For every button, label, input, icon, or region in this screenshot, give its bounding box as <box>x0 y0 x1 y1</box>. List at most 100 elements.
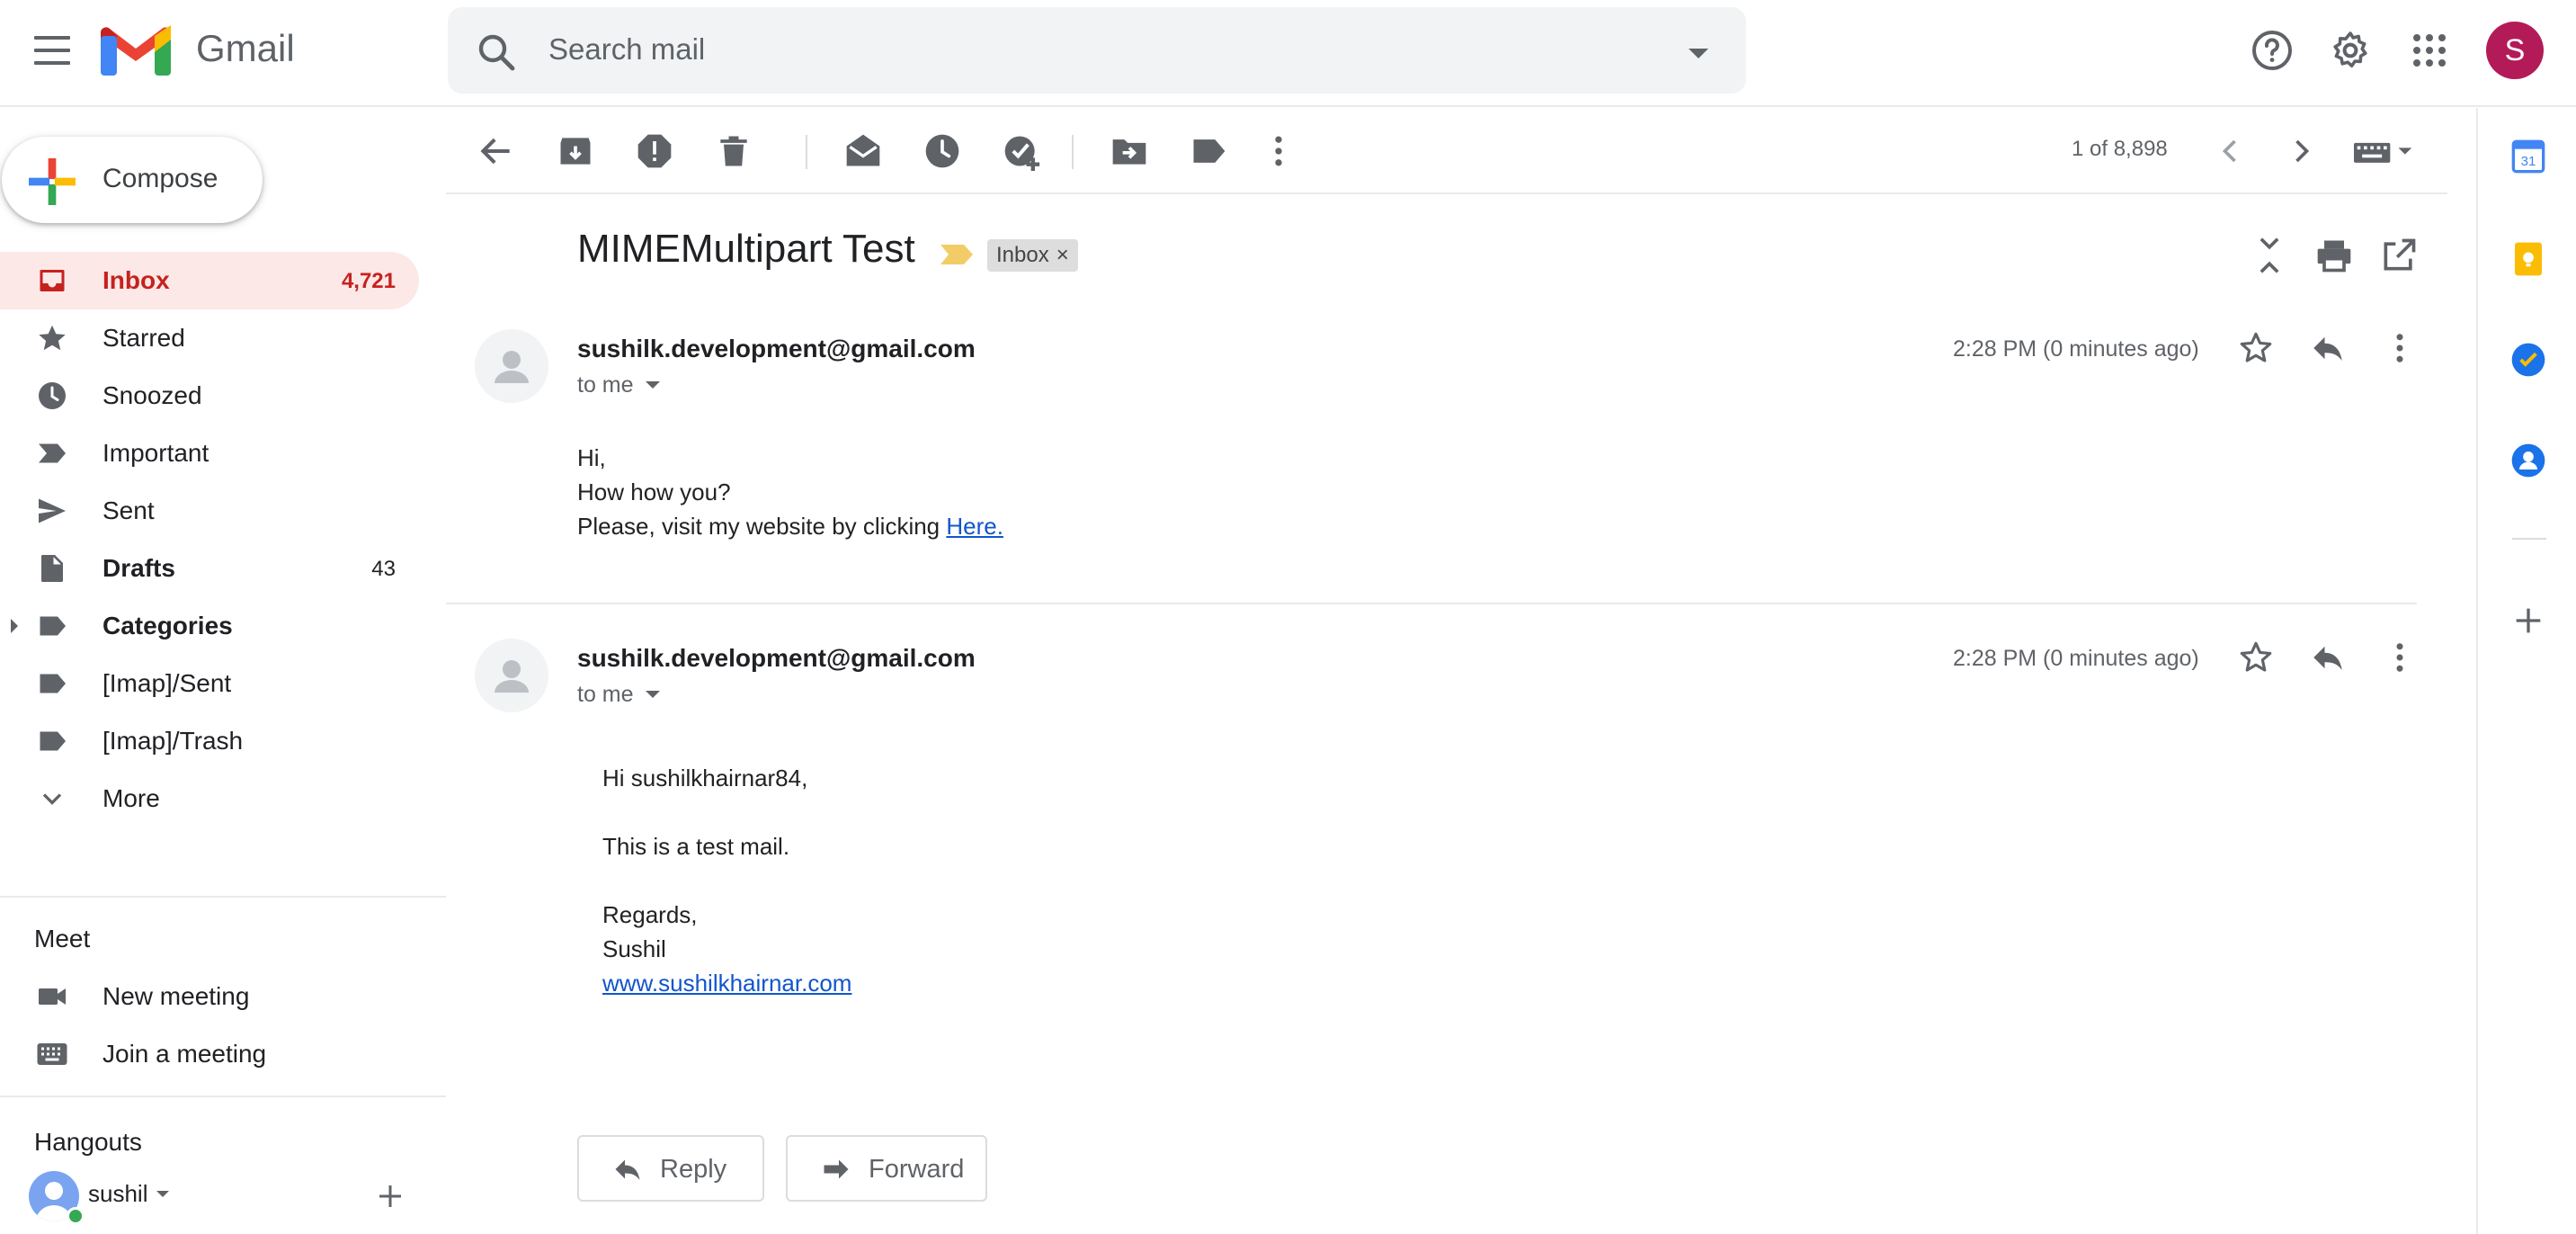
move-to-icon[interactable] <box>1110 131 1149 171</box>
unread-count: 4,721 <box>341 269 396 293</box>
sidebar-item-imap-sent[interactable]: [Imap]/Sent <box>0 655 419 712</box>
account-avatar[interactable]: S <box>2486 22 2544 79</box>
join-meeting-label: Join a meeting <box>103 1040 267 1068</box>
online-status-icon <box>67 1207 85 1225</box>
clock-icon <box>39 382 66 409</box>
sidebar-item-starred[interactable]: Starred <box>0 309 419 367</box>
compose-button[interactable]: Compose <box>2 137 263 223</box>
older-chevron-right-icon[interactable] <box>2282 131 2322 171</box>
add-addon-plus-icon[interactable] <box>2510 603 2546 639</box>
forward-label: Forward <box>869 1155 965 1184</box>
toolbar-separator <box>806 135 807 169</box>
calendar-day: 31 <box>2521 154 2536 169</box>
show-details-icon[interactable] <box>646 691 660 698</box>
sidebar-item-label: Inbox <box>103 266 170 294</box>
reply-button[interactable]: Reply <box>577 1135 764 1202</box>
search-icon[interactable] <box>475 31 518 74</box>
toolbar-separator <box>1072 135 1074 169</box>
sidebar-item-more[interactable]: More <box>0 770 419 827</box>
meet-section-title: Meet <box>34 925 91 952</box>
side-panel-divider <box>2512 538 2546 540</box>
sender-avatar <box>475 639 548 712</box>
message-body-text: Please, visit my website by clicking <box>577 513 947 540</box>
sidebar-item-categories[interactable]: Categories <box>0 597 419 655</box>
newer-chevron-left-icon[interactable] <box>2210 131 2250 171</box>
search-input[interactable]: Search mail <box>548 32 705 67</box>
search-options-icon[interactable] <box>1689 49 1708 58</box>
reply-icon[interactable] <box>2309 329 2347 367</box>
sender-avatar <box>475 329 548 403</box>
sidebar-item-drafts[interactable]: Drafts 43 <box>0 540 419 597</box>
search-bar[interactable]: Search mail <box>448 7 1746 94</box>
delete-trash-icon[interactable] <box>714 131 753 171</box>
message-body-line: Sushil <box>602 935 666 962</box>
sender-email[interactable]: sushilk.development@gmail.com <box>577 335 976 363</box>
sidebar-item-sent[interactable]: Sent <box>0 482 419 540</box>
status-dropdown-icon[interactable] <box>156 1191 169 1197</box>
input-tools-keyboard-icon[interactable] <box>2350 131 2417 171</box>
sidebar-nav: Inbox 4,721 Starred Snoozed Important Se… <box>0 252 419 827</box>
sidebar-item-inbox[interactable]: Inbox 4,721 <box>0 252 419 309</box>
sidebar-item-label: Snoozed <box>103 381 202 409</box>
message-time: 2:28 PM (0 minutes ago) <box>1953 336 2199 362</box>
message-body-line: Hi, <box>577 444 606 471</box>
sidebar-divider <box>0 896 446 898</box>
app-name: Gmail <box>196 27 295 69</box>
expand-arrow-icon[interactable] <box>11 619 18 633</box>
new-meeting-item[interactable]: New meeting <box>0 968 419 1025</box>
sidebar-item-label: [Imap]/Sent <box>103 669 232 697</box>
star-outline-icon[interactable] <box>2237 639 2275 676</box>
hangouts-user-name[interactable]: sushil <box>88 1180 147 1208</box>
print-icon[interactable] <box>2314 236 2354 275</box>
star-outline-icon[interactable] <box>2237 329 2275 367</box>
message-body-line: This is a test mail. <box>602 833 790 860</box>
collapse-all-icon[interactable] <box>2250 236 2289 275</box>
chevron-down-icon <box>42 793 62 805</box>
label-icon <box>40 674 66 693</box>
back-arrow-icon[interactable] <box>477 131 516 171</box>
help-icon[interactable] <box>2251 29 2294 72</box>
inbox-icon <box>40 270 65 291</box>
open-new-window-icon[interactable] <box>2379 236 2419 275</box>
more-options-icon[interactable] <box>1259 131 1298 171</box>
archive-icon[interactable] <box>556 131 595 171</box>
send-icon <box>39 498 66 523</box>
gmail-logo-icon[interactable] <box>101 25 171 76</box>
compose-label: Compose <box>103 164 218 193</box>
message-body-line: Hi sushilkhairnar84, <box>602 765 808 791</box>
settings-gear-icon[interactable] <box>2329 29 2372 72</box>
reply-icon[interactable] <box>2309 639 2347 676</box>
importance-marker-icon[interactable] <box>940 243 975 266</box>
tasks-icon[interactable] <box>2510 342 2546 378</box>
keyboard-icon <box>37 1043 67 1065</box>
apps-grid-icon[interactable] <box>2408 29 2451 72</box>
sidebar-item-label: [Imap]/Trash <box>103 727 244 755</box>
more-options-icon[interactable] <box>2381 329 2419 367</box>
reply-icon <box>615 1159 640 1180</box>
sidebar-item-label: More <box>103 784 160 812</box>
report-spam-icon[interactable] <box>635 131 674 171</box>
sidebar-item-important[interactable]: Important <box>0 425 419 482</box>
keep-icon[interactable] <box>2510 241 2546 277</box>
sidebar-item-imap-trash[interactable]: [Imap]/Trash <box>0 712 419 770</box>
website-link[interactable]: www.sushilkhairnar.com <box>602 970 851 997</box>
remove-label-icon[interactable]: × <box>1056 243 1069 267</box>
important-icon <box>39 443 66 463</box>
mark-unread-icon[interactable] <box>843 131 883 171</box>
calendar-icon[interactable]: 31 <box>2510 139 2546 174</box>
snooze-clock-icon[interactable] <box>923 131 962 171</box>
main-menu-icon[interactable] <box>34 36 70 65</box>
show-details-icon[interactable] <box>646 381 660 389</box>
recipient-label: to me <box>577 372 634 398</box>
here-link[interactable]: Here. <box>946 513 1003 540</box>
sender-email[interactable]: sushilk.development@gmail.com <box>577 644 976 673</box>
contacts-icon[interactable] <box>2510 443 2546 478</box>
add-hangout-icon[interactable] <box>374 1180 406 1212</box>
join-meeting-item[interactable]: Join a meeting <box>0 1025 419 1083</box>
add-to-tasks-icon[interactable] <box>1002 131 1041 171</box>
more-options-icon[interactable] <box>2381 639 2419 676</box>
label-tag-icon[interactable] <box>1189 131 1228 171</box>
video-camera-icon <box>39 988 66 1005</box>
sidebar-item-snoozed[interactable]: Snoozed <box>0 367 419 425</box>
forward-button[interactable]: Forward <box>786 1135 987 1202</box>
